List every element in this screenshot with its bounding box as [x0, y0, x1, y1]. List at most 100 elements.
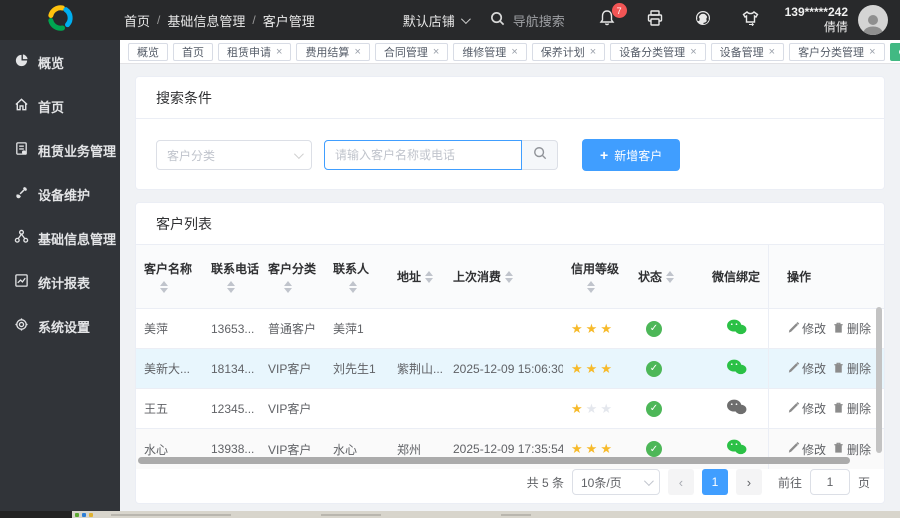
sort-asc-icon[interactable] [425, 270, 434, 276]
prev-page-button[interactable]: ‹ [667, 469, 694, 495]
delete-button[interactable]: 删除 [832, 360, 871, 377]
phone-cell: 13938... [211, 442, 255, 456]
customer-name-cell: 水心 [144, 442, 169, 457]
close-icon[interactable]: × [433, 46, 439, 58]
sort-asc-icon[interactable] [227, 281, 235, 286]
sidebar-item-概览[interactable]: 概览 [0, 40, 120, 84]
sort-carets-icon[interactable] [425, 270, 434, 283]
keyword-input[interactable] [324, 140, 522, 170]
category-cell: VIP客户 [268, 362, 312, 376]
sort-asc-icon[interactable] [160, 281, 168, 286]
page-size-select[interactable]: 10条/页 [571, 469, 660, 495]
vertical-scrollbar[interactable] [876, 307, 882, 453]
close-icon[interactable]: × [511, 46, 517, 58]
user-phone: 139*****242 [784, 5, 848, 19]
avatar[interactable] [858, 5, 888, 35]
close-icon[interactable]: × [354, 46, 360, 58]
sort-carets-icon[interactable] [666, 270, 675, 283]
tab-保养计划[interactable]: 保养计划 × [531, 42, 606, 61]
delete-button[interactable]: 删除 [832, 400, 871, 417]
sidebar-item-租赁业务管理[interactable]: 租赁业务管理 [0, 128, 120, 172]
customer-name-cell: 王五 [144, 402, 169, 416]
sort-desc-icon[interactable] [349, 288, 357, 293]
sidebar-item-基础信息管理[interactable]: 基础信息管理 [0, 216, 120, 260]
wechat-icon [726, 439, 747, 459]
close-icon[interactable]: × [276, 46, 282, 58]
horizontal-scrollbar[interactable] [138, 457, 850, 464]
sort-carets-icon[interactable] [160, 281, 168, 293]
breadcrumb-item[interactable]: 基础信息管理 [167, 11, 245, 30]
page-number-1[interactable]: 1 [701, 469, 728, 495]
table-row: 王五 12345... VIP客户 ★ ★ ★ ✓ 修改 删除 [136, 389, 884, 429]
close-icon[interactable]: × [869, 46, 875, 58]
close-icon[interactable]: × [769, 46, 775, 58]
notification-bell-button[interactable]: 7 [595, 3, 627, 32]
tab-租赁申请[interactable]: 租赁申请 × [218, 42, 292, 61]
goto-page-input[interactable] [809, 469, 850, 495]
tab-客户分类管理[interactable]: 客户分类管理 × [789, 42, 885, 61]
edit-pencil-icon [787, 401, 800, 417]
sort-desc-icon[interactable] [160, 288, 168, 293]
user-info[interactable]: 139*****242 倩倩 [785, 5, 848, 35]
tab-费用结算[interactable]: 费用结算 × [296, 42, 370, 61]
sort-carets-icon[interactable] [505, 270, 514, 283]
status-check-icon[interactable]: ✓ [646, 360, 662, 377]
tab-设备分类管理[interactable]: 设备分类管理 × [610, 42, 706, 61]
sidebar-item-设备维护[interactable]: 设备维护 [0, 172, 120, 216]
background-dot [89, 512, 93, 517]
sort-carets-icon[interactable] [349, 281, 357, 293]
sort-asc-icon[interactable] [349, 281, 357, 286]
tab-概览[interactable]: 概览 [128, 42, 168, 61]
tabbar: 概览 首页 租赁申请 × 费用结算 × 合同管理 × 维修管理 × 保养计划 × 设备分类管理 × 设备管理… [120, 40, 900, 64]
sidebar-item-系统设置[interactable]: 系统设置 [0, 304, 120, 348]
app-logo[interactable] [0, 0, 120, 40]
tab-设备管理[interactable]: 设备管理 × [710, 42, 785, 61]
edit-button[interactable]: 修改 [787, 441, 826, 458]
tab-label: 维修管理 [462, 46, 507, 59]
close-icon[interactable]: × [690, 46, 696, 58]
sidebar-item-首页[interactable]: 首页 [0, 84, 120, 128]
next-page-button[interactable]: › [735, 469, 762, 495]
star-icon: ★ [600, 441, 612, 456]
status-check-icon[interactable]: ✓ [646, 441, 662, 457]
sort-carets-icon[interactable] [587, 281, 595, 293]
edit-button[interactable]: 修改 [787, 400, 826, 417]
sidebar-item-统计报表[interactable]: 统计报表 [0, 260, 120, 304]
sort-carets-icon[interactable] [227, 281, 235, 293]
sort-asc-icon[interactable] [284, 281, 292, 286]
edit-button[interactable]: 修改 [787, 320, 826, 337]
close-icon[interactable]: × [590, 46, 596, 58]
star-icon: ★ [585, 360, 598, 376]
customer-service-button[interactable] [691, 8, 715, 32]
customer-category-select[interactable]: 客户分类 [156, 140, 312, 170]
tab-客户管理[interactable]: 客户管理× [889, 42, 900, 61]
status-check-icon[interactable]: ✓ [646, 320, 662, 337]
edit-button[interactable]: 修改 [787, 360, 826, 377]
sort-desc-icon[interactable] [666, 277, 675, 283]
sort-desc-icon[interactable] [284, 288, 292, 293]
delete-button[interactable]: 删除 [832, 320, 871, 337]
add-customer-button[interactable]: + 新增客户 [582, 139, 681, 171]
nav-search[interactable]: 导航搜索 [490, 11, 565, 30]
sort-asc-icon[interactable] [505, 270, 514, 276]
delete-button[interactable]: 删除 [832, 441, 871, 458]
tab-维修管理[interactable]: 维修管理 × [453, 42, 527, 61]
column-header-客户名称: 客户名称 [136, 245, 203, 308]
sort-desc-icon[interactable] [425, 277, 434, 283]
topbar: 首页 / 基础信息管理 / 客户管理 默认店铺 导航搜索 7 139*****2… [0, 0, 900, 40]
print-button[interactable] [643, 8, 667, 32]
shop-selector[interactable]: 默认店铺 [403, 11, 471, 30]
tab-首页[interactable]: 首页 [173, 42, 213, 61]
tab-合同管理[interactable]: 合同管理 × [374, 42, 449, 61]
keyword-search-button[interactable] [522, 140, 558, 170]
theme-skin-button[interactable] [739, 8, 763, 32]
sort-asc-icon[interactable] [587, 281, 595, 286]
breadcrumb-item[interactable]: 客户管理 [263, 11, 315, 30]
sort-carets-icon[interactable] [284, 281, 292, 293]
sort-desc-icon[interactable] [587, 288, 595, 293]
sort-desc-icon[interactable] [227, 288, 235, 293]
sort-asc-icon[interactable] [666, 270, 675, 276]
breadcrumb-item[interactable]: 首页 [124, 11, 150, 30]
status-check-icon[interactable]: ✓ [646, 400, 662, 417]
sort-desc-icon[interactable] [505, 277, 514, 283]
